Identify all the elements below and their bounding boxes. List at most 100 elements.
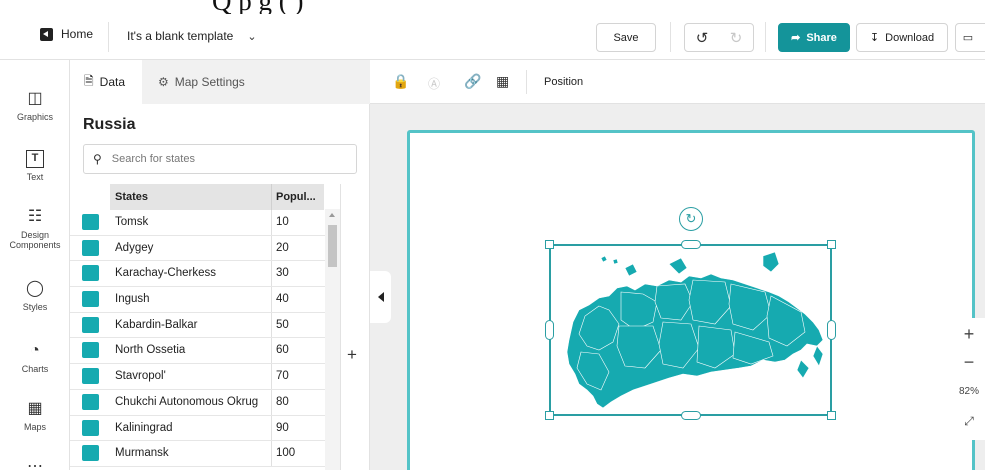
resize-handle-top-left[interactable] bbox=[545, 240, 554, 249]
zoom-in-button[interactable]: + bbox=[953, 324, 985, 345]
population-cell[interactable]: 10 bbox=[272, 210, 324, 235]
column-header-population[interactable]: Popul... bbox=[272, 184, 324, 210]
population-cell[interactable]: 20 bbox=[272, 236, 324, 261]
resize-handle-top-right[interactable] bbox=[827, 240, 836, 249]
resize-handle-left[interactable] bbox=[545, 320, 554, 340]
rail-item-styles[interactable]: ◯ Styles bbox=[0, 280, 70, 312]
rail-item-label: Maps bbox=[23, 422, 46, 432]
color-column-header bbox=[70, 184, 110, 210]
animation-icon[interactable]: Ⓐ bbox=[428, 75, 440, 92]
color-cell bbox=[70, 364, 110, 389]
population-cell[interactable]: 80 bbox=[272, 390, 324, 415]
color-swatch[interactable] bbox=[82, 393, 99, 410]
resize-handle-right[interactable] bbox=[827, 320, 836, 340]
rail-item-text[interactable]: T Text bbox=[0, 150, 70, 182]
grid-header: States Popul... bbox=[70, 184, 340, 210]
state-cell[interactable]: North Ossetia bbox=[110, 338, 272, 364]
transparency-icon[interactable]: ▦ bbox=[496, 73, 509, 90]
table-row[interactable]: Murmansk 100 bbox=[70, 441, 340, 467]
fit-screen-icon[interactable]: ⤢ bbox=[953, 414, 985, 429]
table-row[interactable]: Chukchi Autonomous Okrug 80 bbox=[70, 389, 340, 416]
resize-handle-bottom-left[interactable] bbox=[545, 411, 554, 420]
file-icon: 🗎 bbox=[84, 73, 94, 88]
population-cell[interactable]: 100 bbox=[272, 441, 324, 466]
zoom-level: 82% bbox=[958, 386, 979, 397]
population-cell[interactable]: 30 bbox=[272, 261, 324, 286]
rail-item-charts[interactable]: ◔ Charts bbox=[0, 342, 70, 374]
color-swatch[interactable] bbox=[82, 291, 99, 308]
color-swatch[interactable] bbox=[82, 265, 99, 282]
download-button[interactable]: ↧ Download bbox=[856, 23, 948, 52]
position-button[interactable]: Position bbox=[544, 76, 583, 88]
population-cell[interactable]: 90 bbox=[272, 416, 324, 441]
table-row[interactable]: Karachay-Cherkess 30 bbox=[70, 261, 340, 288]
state-cell[interactable]: Stavropol' bbox=[110, 364, 272, 389]
resize-handle-bottom-right[interactable] bbox=[827, 411, 836, 420]
rail-item-more[interactable]: ⋯ bbox=[0, 458, 70, 470]
tab-label: Data bbox=[99, 75, 126, 89]
template-name-dropdown[interactable]: It's a blank template ⌄ bbox=[127, 29, 257, 43]
color-swatch[interactable] bbox=[82, 214, 99, 230]
data-grid: States Popul... Tomsk 10 Adygey 20 Karachay-… bbox=[70, 184, 340, 467]
color-cell bbox=[70, 338, 110, 363]
state-cell[interactable]: Murmansk bbox=[110, 441, 272, 466]
home-button[interactable]: Home bbox=[40, 27, 93, 41]
resize-handle-top[interactable] bbox=[681, 240, 701, 249]
scroll-up-arrow-icon[interactable] bbox=[329, 213, 335, 217]
present-button[interactable]: ▭ bbox=[955, 23, 985, 52]
color-swatch[interactable] bbox=[82, 316, 99, 333]
graphics-icon: ◫ bbox=[27, 90, 43, 107]
color-swatch[interactable] bbox=[82, 419, 99, 436]
share-button[interactable]: ➦ Share bbox=[778, 23, 850, 52]
panel-tabs: 🗎 Data ⚙ Map Settings bbox=[70, 60, 370, 104]
color-swatch[interactable] bbox=[82, 445, 99, 462]
table-row[interactable]: Stavropol' 70 bbox=[70, 364, 340, 390]
present-icon: ▭ bbox=[962, 32, 974, 44]
rotate-handle-icon[interactable]: ↻ bbox=[679, 207, 703, 231]
column-header-states[interactable]: States bbox=[110, 184, 272, 210]
state-cell[interactable]: Karachay-Cherkess bbox=[110, 261, 272, 287]
search-input[interactable] bbox=[111, 153, 332, 165]
table-row[interactable]: Kabardin-Balkar 50 bbox=[70, 312, 340, 339]
table-row[interactable]: Tomsk 10 bbox=[70, 210, 340, 236]
table-row[interactable]: North Ossetia 60 bbox=[70, 338, 340, 365]
tab-map-settings[interactable]: ⚙ Map Settings bbox=[158, 60, 245, 104]
state-cell[interactable]: Tomsk bbox=[110, 210, 272, 235]
color-swatch[interactable] bbox=[82, 368, 99, 385]
rail-item-design-components[interactable]: ☷ Design Components bbox=[0, 208, 70, 250]
population-cell[interactable]: 50 bbox=[272, 313, 324, 338]
table-row[interactable]: Ingush 40 bbox=[70, 287, 340, 313]
rail-item-maps[interactable]: ▦ Maps bbox=[0, 400, 70, 432]
undo-icon[interactable]: ↺ bbox=[696, 29, 709, 47]
resize-handle-bottom[interactable] bbox=[681, 411, 701, 420]
rail-item-graphics[interactable]: ◫ Graphics bbox=[0, 90, 70, 122]
save-button[interactable]: Save bbox=[596, 23, 656, 52]
grid-scrollbar[interactable] bbox=[325, 209, 340, 470]
state-cell[interactable]: Ingush bbox=[110, 287, 272, 312]
color-swatch[interactable] bbox=[82, 342, 99, 359]
table-row[interactable]: Kaliningrad 90 bbox=[70, 415, 340, 442]
color-cell bbox=[70, 313, 110, 338]
color-swatch[interactable] bbox=[82, 239, 99, 256]
scrollbar-thumb[interactable] bbox=[328, 225, 337, 267]
rail-item-label: Graphics bbox=[16, 112, 53, 122]
state-cell[interactable]: Adygey bbox=[110, 235, 272, 261]
state-cell[interactable]: Kaliningrad bbox=[110, 415, 272, 441]
lock-icon[interactable]: 🔒 bbox=[392, 73, 409, 90]
link-icon[interactable]: 🔗 bbox=[464, 73, 481, 90]
population-cell[interactable]: 70 bbox=[272, 364, 324, 389]
table-row[interactable]: Adygey 20 bbox=[70, 235, 340, 262]
state-search: ⚲ bbox=[83, 144, 357, 174]
population-cell[interactable]: 40 bbox=[272, 287, 324, 312]
save-label: Save bbox=[613, 31, 639, 44]
add-column-button[interactable]: + bbox=[347, 345, 357, 365]
zoom-controls: + − 82% ⤢ bbox=[953, 318, 985, 440]
redo-icon[interactable]: ↻ bbox=[730, 29, 743, 47]
tab-data[interactable]: 🗎 Data bbox=[70, 60, 142, 104]
state-cell[interactable]: Kabardin-Balkar bbox=[110, 312, 272, 338]
collapse-panel-button[interactable] bbox=[370, 271, 391, 323]
state-cell[interactable]: Chukchi Autonomous Okrug bbox=[110, 389, 272, 415]
population-cell[interactable]: 60 bbox=[272, 338, 324, 363]
zoom-out-button[interactable]: − bbox=[953, 352, 985, 373]
components-icon: ☷ bbox=[27, 208, 43, 225]
